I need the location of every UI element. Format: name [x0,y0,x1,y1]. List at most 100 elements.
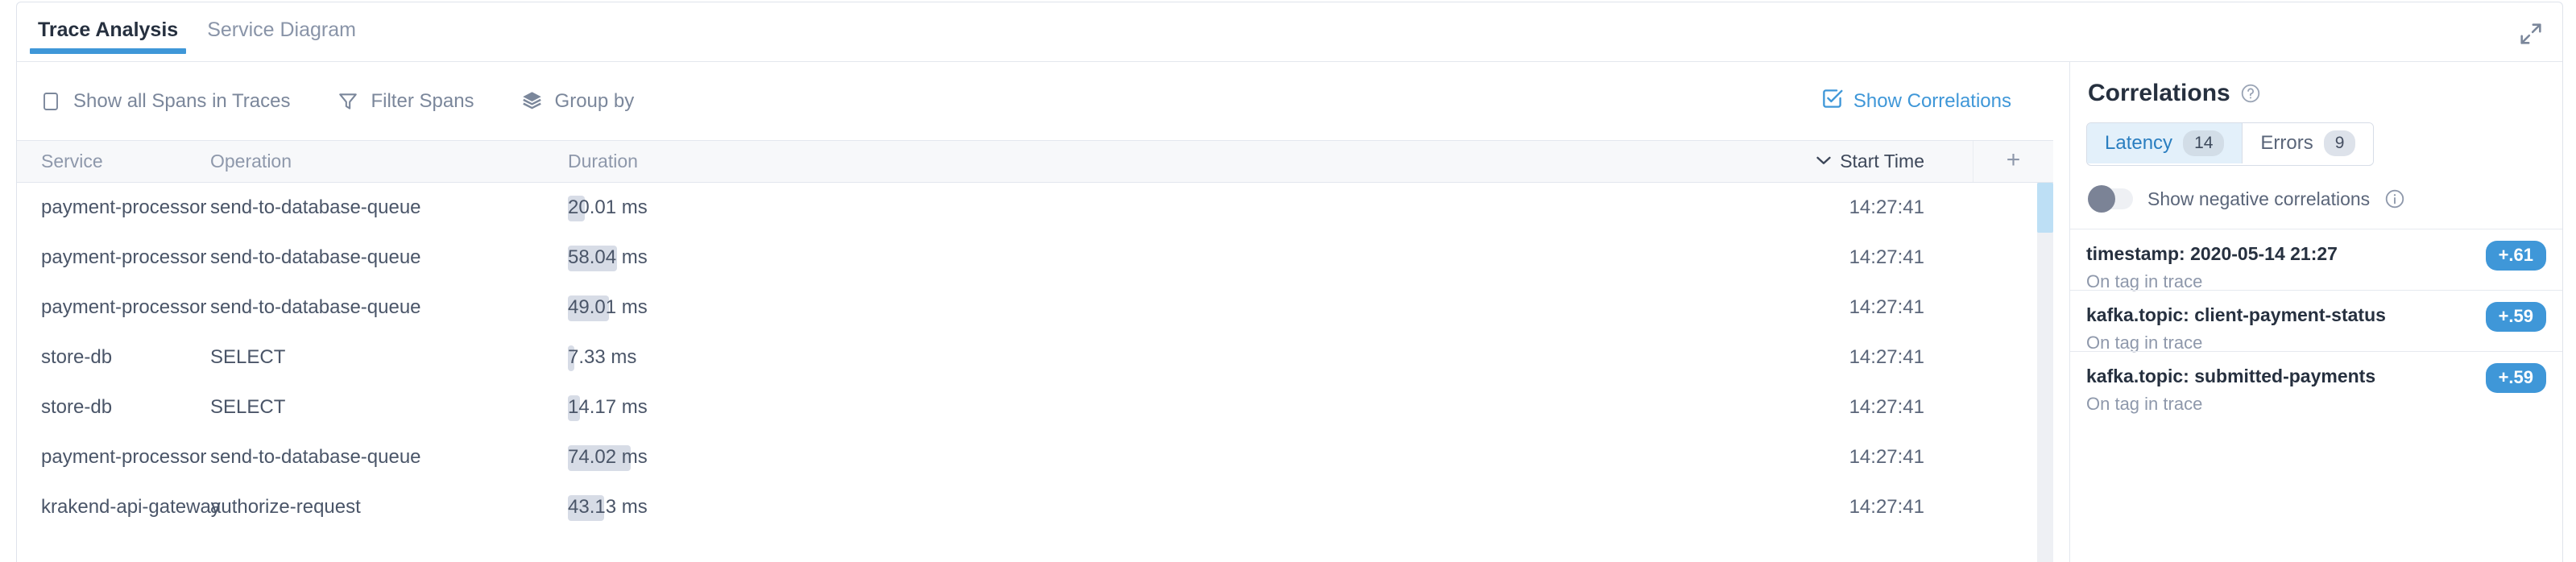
duration-label: 49.01 ms [568,283,648,333]
duration-label: 43.13 ms [568,482,648,532]
cell-operation: authorize-request [210,482,361,532]
duration-label: 58.04 ms [568,233,648,283]
column-header-duration[interactable]: Duration [568,141,638,182]
column-header-service[interactable]: Service [41,141,103,182]
table-scrollbar-track[interactable] [2037,183,2053,562]
table-scrollbar-thumb[interactable] [2037,183,2053,233]
trace-analysis-panel: Trace Analysis Service Diagram [0,0,2576,562]
layers-icon [521,90,544,113]
filter-spans-label: Filter Spans [371,90,474,113]
cell-service: store-db [41,333,112,382]
cell-operation: send-to-database-queue [210,183,421,233]
cell-operation: send-to-database-queue [210,283,421,333]
question-circle-icon[interactable] [2240,83,2261,104]
show-negative-correlations-switch[interactable] [2088,188,2133,209]
cell-operation: send-to-database-queue [210,233,421,283]
correlation-item[interactable]: kafka.topic: submitted-payments On tag in… [2070,351,2562,412]
cell-start-time: 14:27:41 [853,283,1924,333]
cell-start-time: 14:27:41 [853,482,1924,532]
show-all-spans-label: Show all Spans in Traces [73,90,290,113]
column-header-service-label: Service [41,151,103,171]
duration-label: 14.17 ms [568,382,648,432]
cell-duration: 58.04 ms [568,233,648,283]
switch-knob [2088,185,2115,213]
correlations-title: Correlations [2088,80,2261,107]
add-column-button[interactable]: + [1973,141,2053,182]
cell-service: store-db [41,382,112,432]
cell-start-time: 14:27:41 [853,382,1924,432]
duration-label: 7.33 ms [568,333,636,382]
cell-service: payment-processor [41,432,206,482]
tab-latency-label: Latency [2105,132,2172,155]
cell-duration: 74.02 ms [568,432,648,482]
correlations-title-label: Correlations [2088,80,2230,107]
table-body: payment-processorsend-to-database-queue2… [17,183,2053,562]
column-header-operation[interactable]: Operation [210,141,292,182]
table-row[interactable]: payment-processorsend-to-database-queue 4… [17,283,2053,333]
group-by-label: Group by [555,90,635,113]
tab-trace-analysis-label: Trace Analysis [38,19,178,41]
correlations-tab-group: Latency 14 Errors 9 [2086,122,2374,166]
show-all-spans-toggle[interactable]: Show all Spans in Traces [39,90,290,113]
table-row[interactable]: payment-processorsend-to-database-queue 5… [17,233,2053,283]
tab-service-diagram[interactable]: Service Diagram [193,2,371,63]
cell-service: payment-processor [41,283,206,333]
duration-label: 74.02 ms [568,432,648,482]
tab-trace-analysis[interactable]: Trace Analysis [23,2,193,63]
correlation-score-badge: +.59 [2486,302,2546,332]
tab-latency[interactable]: Latency 14 [2087,123,2242,163]
correlation-name: kafka.topic: client-payment-status [2086,304,2546,327]
filter-spans-button[interactable]: Filter Spans [337,90,474,113]
column-header-start-time-label: Start Time [1840,151,1924,171]
tab-service-diagram-label: Service Diagram [207,19,356,41]
show-negative-correlations-row: Show negative correlations [2088,183,2405,215]
table-toolbar: Show all Spans in Traces Filter Spans [17,62,2053,140]
tab-list: Trace Analysis Service Diagram [23,2,371,63]
expand-diagonal-icon[interactable] [2517,20,2545,48]
cell-service: payment-processor [41,233,206,283]
checkbox-checked-icon [1821,88,1843,115]
table-row[interactable]: krakend-api-gatewayauthorize-request 43.1… [17,482,2053,532]
table-row[interactable]: store-db SELECT 7.33 ms 14:27:41 [17,333,2053,382]
show-correlations-toggle[interactable]: Show Correlations [1821,88,2011,115]
cell-duration: 7.33 ms [568,333,636,382]
tab-errors-count: 9 [2324,130,2356,156]
show-negative-correlations-label: Show negative correlations [2147,188,2370,210]
correlations-list: timestamp: 2020-05-14 21:27On tag in tra… [2070,229,2562,412]
cell-service: krakend-api-gateway [41,482,221,532]
cell-start-time: 14:27:41 [853,432,1924,482]
cell-duration: 43.13 ms [568,482,648,532]
funnel-icon [337,90,359,113]
correlation-item[interactable]: kafka.topic: client-payment-statusOn tag… [2070,290,2562,351]
correlation-source: On tag in trace [2086,394,2546,415]
duration-label: 20.01 ms [568,183,648,233]
info-circle-icon[interactable] [2384,188,2405,209]
table-header-row: Service Operation Duration Start Time [17,140,2053,183]
tab-bar: Trace Analysis Service Diagram [16,2,2563,63]
cell-duration: 14.17 ms [568,382,648,432]
trace-table-pane: Show all Spans in Traces Filter Spans [17,62,2053,562]
correlation-item[interactable]: timestamp: 2020-05-14 21:27On tag in tra… [2070,229,2562,290]
chevron-down-icon [1816,141,1832,182]
checkbox-empty-icon [39,90,62,113]
tab-latency-count: 14 [2183,130,2224,156]
correlation-score-badge: +.61 [2486,241,2546,271]
table-row[interactable]: store-dbSELECT14.17 ms14:27:41 [17,382,2053,432]
table-row[interactable]: payment-processorsend-to-database-queue 7… [17,432,2053,482]
cell-operation: SELECT [210,333,285,382]
cell-operation: send-to-database-queue [210,432,421,482]
add-column-label: + [2007,147,2021,173]
group-by-button[interactable]: Group by [521,90,635,113]
correlations-pane: Correlations Latency 14 Errors 9 [2070,62,2562,562]
column-header-start-time[interactable]: Start Time [853,141,1924,182]
correlation-name: kafka.topic: submitted-payments [2086,365,2546,388]
column-header-duration-label: Duration [568,151,638,171]
cell-start-time: 14:27:41 [853,183,1924,233]
tab-errors-label: Errors [2260,132,2313,155]
cell-service: payment-processor [41,183,206,233]
correlation-score-badge: +.59 [2486,363,2546,393]
show-correlations-label: Show Correlations [1853,90,2011,113]
cell-start-time: 14:27:41 [853,333,1924,382]
tab-errors[interactable]: Errors 9 [2242,123,2373,163]
table-row[interactable]: payment-processorsend-to-database-queue 2… [17,183,2053,233]
